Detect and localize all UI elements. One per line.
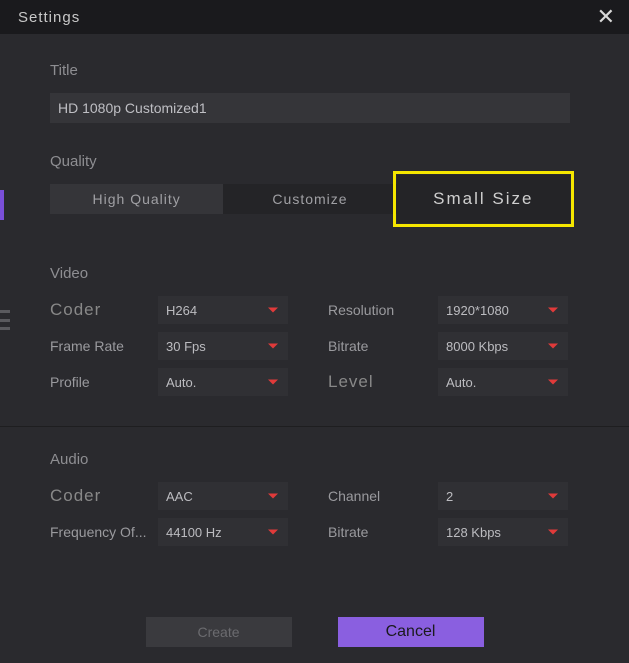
- frequency-label: Frequency Of...: [50, 524, 158, 540]
- video-grid: Coder H264 Resolution 1920*1080 Frame Ra…: [50, 296, 579, 396]
- chevron-down-icon: [548, 530, 558, 535]
- video-coder-select[interactable]: H264: [158, 296, 288, 324]
- side-accent: [0, 190, 4, 220]
- chevron-down-icon: [548, 494, 558, 499]
- video-bitrate-select[interactable]: 8000 Kbps: [438, 332, 568, 360]
- title-label: Title: [50, 62, 579, 79]
- quality-label: Quality: [50, 153, 579, 170]
- cancel-button[interactable]: Cancel: [338, 617, 484, 647]
- audio-grid: Coder AAC Channel 2 Frequency Of... 4410…: [50, 482, 579, 546]
- chevron-down-icon: [268, 308, 278, 313]
- profile-select[interactable]: Auto.: [158, 368, 288, 396]
- resolution-select[interactable]: 1920*1080: [438, 296, 568, 324]
- channel-label: Channel: [328, 488, 438, 504]
- video-coder-value: H264: [166, 303, 197, 318]
- divider: [0, 426, 629, 427]
- footer: Create Cancel: [0, 617, 629, 647]
- close-icon[interactable]: ✕: [593, 4, 619, 30]
- profile-value: Auto.: [166, 375, 196, 390]
- level-value: Auto.: [446, 375, 476, 390]
- quality-toggle: High Quality Customize Small Size: [50, 184, 570, 223]
- framerate-select[interactable]: 30 Fps: [158, 332, 288, 360]
- window-title: Settings: [18, 9, 80, 26]
- audio-coder-label: Coder: [50, 486, 158, 506]
- channel-select[interactable]: 2: [438, 482, 568, 510]
- video-bitrate-value: 8000 Kbps: [446, 339, 508, 354]
- frequency-select[interactable]: 44100 Hz: [158, 518, 288, 546]
- quality-high-button[interactable]: High Quality: [50, 184, 223, 214]
- chevron-down-icon: [548, 308, 558, 313]
- titlebar: Settings ✕: [0, 0, 629, 34]
- audio-bitrate-select[interactable]: 128 Kbps: [438, 518, 568, 546]
- resolution-value: 1920*1080: [446, 303, 509, 318]
- audio-coder-value: AAC: [166, 489, 193, 504]
- audio-bitrate-label: Bitrate: [328, 524, 438, 540]
- quality-small-size-button[interactable]: Small Size: [397, 175, 570, 223]
- framerate-label: Frame Rate: [50, 338, 158, 354]
- resolution-label: Resolution: [328, 302, 438, 318]
- framerate-value: 30 Fps: [166, 339, 206, 354]
- chevron-down-icon: [548, 344, 558, 349]
- settings-content: Title Quality High Quality Customize Sma…: [0, 34, 629, 556]
- video-coder-label: Coder: [50, 300, 158, 320]
- audio-bitrate-value: 128 Kbps: [446, 525, 501, 540]
- level-label: Level: [328, 372, 438, 392]
- chevron-down-icon: [268, 494, 278, 499]
- audio-section-label: Audio: [50, 451, 579, 468]
- video-bitrate-label: Bitrate: [328, 338, 438, 354]
- chevron-down-icon: [268, 344, 278, 349]
- title-input[interactable]: [50, 93, 570, 123]
- audio-coder-select[interactable]: AAC: [158, 482, 288, 510]
- chevron-down-icon: [268, 530, 278, 535]
- profile-label: Profile: [50, 374, 158, 390]
- channel-value: 2: [446, 489, 453, 504]
- frequency-value: 44100 Hz: [166, 525, 222, 540]
- chevron-down-icon: [548, 380, 558, 385]
- side-menu-icon: [0, 310, 10, 330]
- video-section-label: Video: [50, 265, 579, 282]
- level-select[interactable]: Auto.: [438, 368, 568, 396]
- chevron-down-icon: [268, 380, 278, 385]
- quality-customize-button[interactable]: Customize: [223, 184, 396, 214]
- create-button[interactable]: Create: [146, 617, 292, 647]
